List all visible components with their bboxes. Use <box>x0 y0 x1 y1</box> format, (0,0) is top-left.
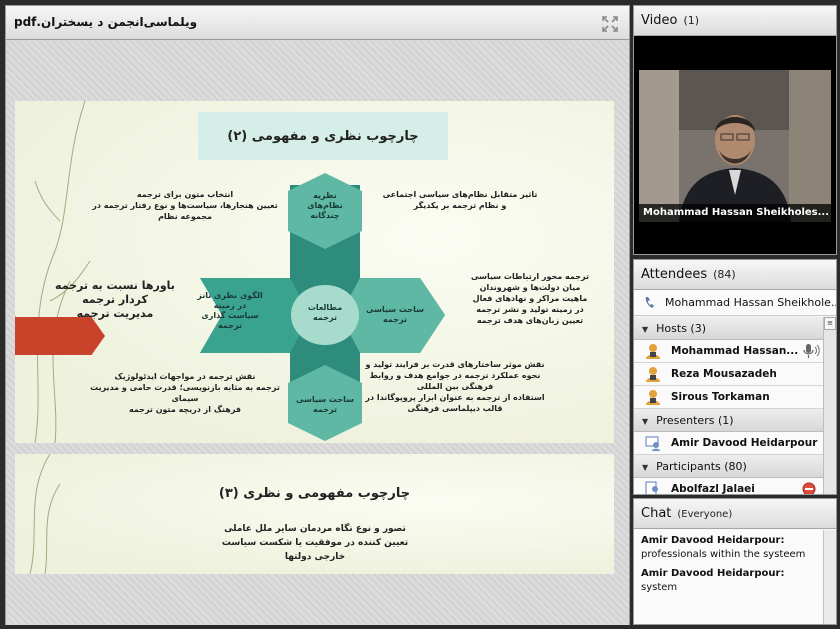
decorative-plant-icon <box>29 454 61 574</box>
video-pod-title: Video <box>641 13 678 28</box>
participant-icon <box>645 481 658 494</box>
attendees-count: (84) <box>713 268 736 281</box>
chat-message: Amir Davood Heidarpour: system <box>634 562 836 595</box>
attendee-name: Reza Mousazadeh <box>671 368 777 380</box>
video-stream[interactable]: Mohammad Hassan Sheikholes... <box>639 70 831 222</box>
scroll-up-arrow-icon[interactable]: ≡ <box>824 317 836 330</box>
current-user-row[interactable]: Mohammad Hassan Sheikhole... <box>634 290 836 316</box>
attendee-list: ▼ Hosts (3) Mohammad Hassan... Reza Mousa… <box>634 317 824 494</box>
chat-text: professionals within the systeem <box>641 549 806 560</box>
attendee-row[interactable]: Mohammad Hassan... <box>634 340 824 363</box>
chevron-down-icon: ▼ <box>642 417 649 426</box>
presenter-icon <box>645 436 660 451</box>
diagram-label-top: نظریه نظام‌های چندگانه <box>307 191 343 220</box>
chat-sender: Amir Davood Heidarpour: <box>641 568 785 579</box>
slide-text-right: ترجمه محور ارتباطات سیاسی میان دولت‌ها و… <box>471 272 589 325</box>
slide-page-2: چارچوب مفهومی و نظری (۳) تصور و نوع نگاه… <box>15 454 614 574</box>
video-speaker-name: Mohammad Hassan Sheikholes... <box>639 204 831 222</box>
slide-page-1: چارچوب نظری و مفهومی (۲) انتخاب متون برا… <box>15 101 614 443</box>
fullscreen-icon[interactable] <box>601 15 619 33</box>
chat-pod: Chat (Everyone) Amir Davood Heidarpour: p… <box>633 498 837 625</box>
attendee-scrollbar[interactable]: ≡ <box>823 317 836 494</box>
slide-title-box: چارچوب نظری و مفهومی (۲) <box>198 112 448 160</box>
share-content-area[interactable]: چارچوب نظری و مفهومی (۲) انتخاب متون برا… <box>6 41 629 625</box>
diagram-label-right: ساحت سیاسی ترجمه <box>366 305 424 324</box>
red-arrow-shape <box>15 317 105 355</box>
host-user-icon <box>646 390 660 405</box>
video-pod-header: Video (1) <box>634 6 836 36</box>
chat-sender: Amir Davood Heidarpour: <box>641 535 785 546</box>
attendee-row[interactable]: Sirous Torkaman <box>634 386 824 409</box>
group-participants-label: Participants (80) <box>656 460 747 473</box>
group-presenters[interactable]: ▼ Presenters (1) <box>634 409 824 432</box>
speaker-video-image <box>639 70 831 222</box>
video-count: (1) <box>683 14 700 27</box>
attendee-row[interactable]: Reza Mousazadeh <box>634 363 824 386</box>
attendees-pod: Attendees (84) Mohammad Hassan Sheikhole.… <box>633 259 837 495</box>
chat-message: Amir Davood Heidarpour: professionals wi… <box>634 529 836 562</box>
attendees-pod-header: Attendees (84) <box>634 260 836 290</box>
slide-2-title: چارچوب مفهومی و نظری (۳) <box>218 486 411 501</box>
slide-text-left: باورها نسبت به ترجمه کردار ترجمه مدیریت … <box>55 279 175 320</box>
status-away-icon <box>802 482 816 494</box>
share-pod-header: ویلماسی‌انجمن د یسختران.pdf <box>6 6 629 40</box>
attendees-pod-title: Attendees <box>641 267 708 282</box>
group-participants[interactable]: ▼ Participants (80) <box>634 455 824 478</box>
chat-scope: (Everyone) <box>677 509 733 520</box>
attendee-name: Abolfazl Jalaei <box>671 483 755 494</box>
phone-icon <box>645 297 654 308</box>
document-title: ویلماسی‌انجمن د یسختران.pdf <box>14 15 198 29</box>
chat-pod-title: Chat <box>641 506 672 521</box>
attendee-name: Sirous Torkaman <box>671 391 770 403</box>
diagram-label-bottom: ساحت سیاسی ترجمه <box>296 395 354 414</box>
attendee-name: Mohammad Hassan... <box>671 345 799 357</box>
share-pod: ویلماسی‌انجمن د یسختران.pdf <box>5 5 630 625</box>
slide-title: چارچوب نظری و مفهومی (۲) <box>227 128 419 144</box>
chevron-down-icon: ▼ <box>642 463 649 472</box>
chat-scrollbar[interactable] <box>823 530 836 624</box>
chat-text: system <box>641 582 678 593</box>
slide-2-body: تصور و نوع نگاه مردمان سایر ملل عاملی تع… <box>221 524 409 562</box>
group-hosts-label: Hosts (3) <box>656 322 707 335</box>
microphone-icon <box>803 344 820 358</box>
cross-diagram: نظریه نظام‌های چندگانه الگوی نظری تانز د… <box>197 173 450 441</box>
chevron-down-icon: ▼ <box>642 325 649 334</box>
current-user-name: Mohammad Hassan Sheikhole... <box>665 296 836 309</box>
attendee-row[interactable]: Amir Davood Heidarpour <box>634 432 824 455</box>
attendee-name: Amir Davood Heidarpour <box>671 437 818 449</box>
video-pod: Video (1) Mohammad Hassan Sheikholes... <box>633 5 837 255</box>
diagram-label-center: مطالعات ترجمه <box>307 303 343 322</box>
diagram-label-left: الگوی نظری تانز در زمینه سیاست گذاری ترج… <box>197 291 263 330</box>
group-presenters-label: Presenters (1) <box>656 414 734 427</box>
chat-pod-header: Chat (Everyone) <box>634 499 836 529</box>
host-user-icon <box>646 367 660 382</box>
host-user-icon <box>646 344 660 359</box>
group-hosts[interactable]: ▼ Hosts (3) <box>634 317 824 340</box>
attendee-row[interactable]: Abolfazl Jalaei <box>634 478 824 494</box>
